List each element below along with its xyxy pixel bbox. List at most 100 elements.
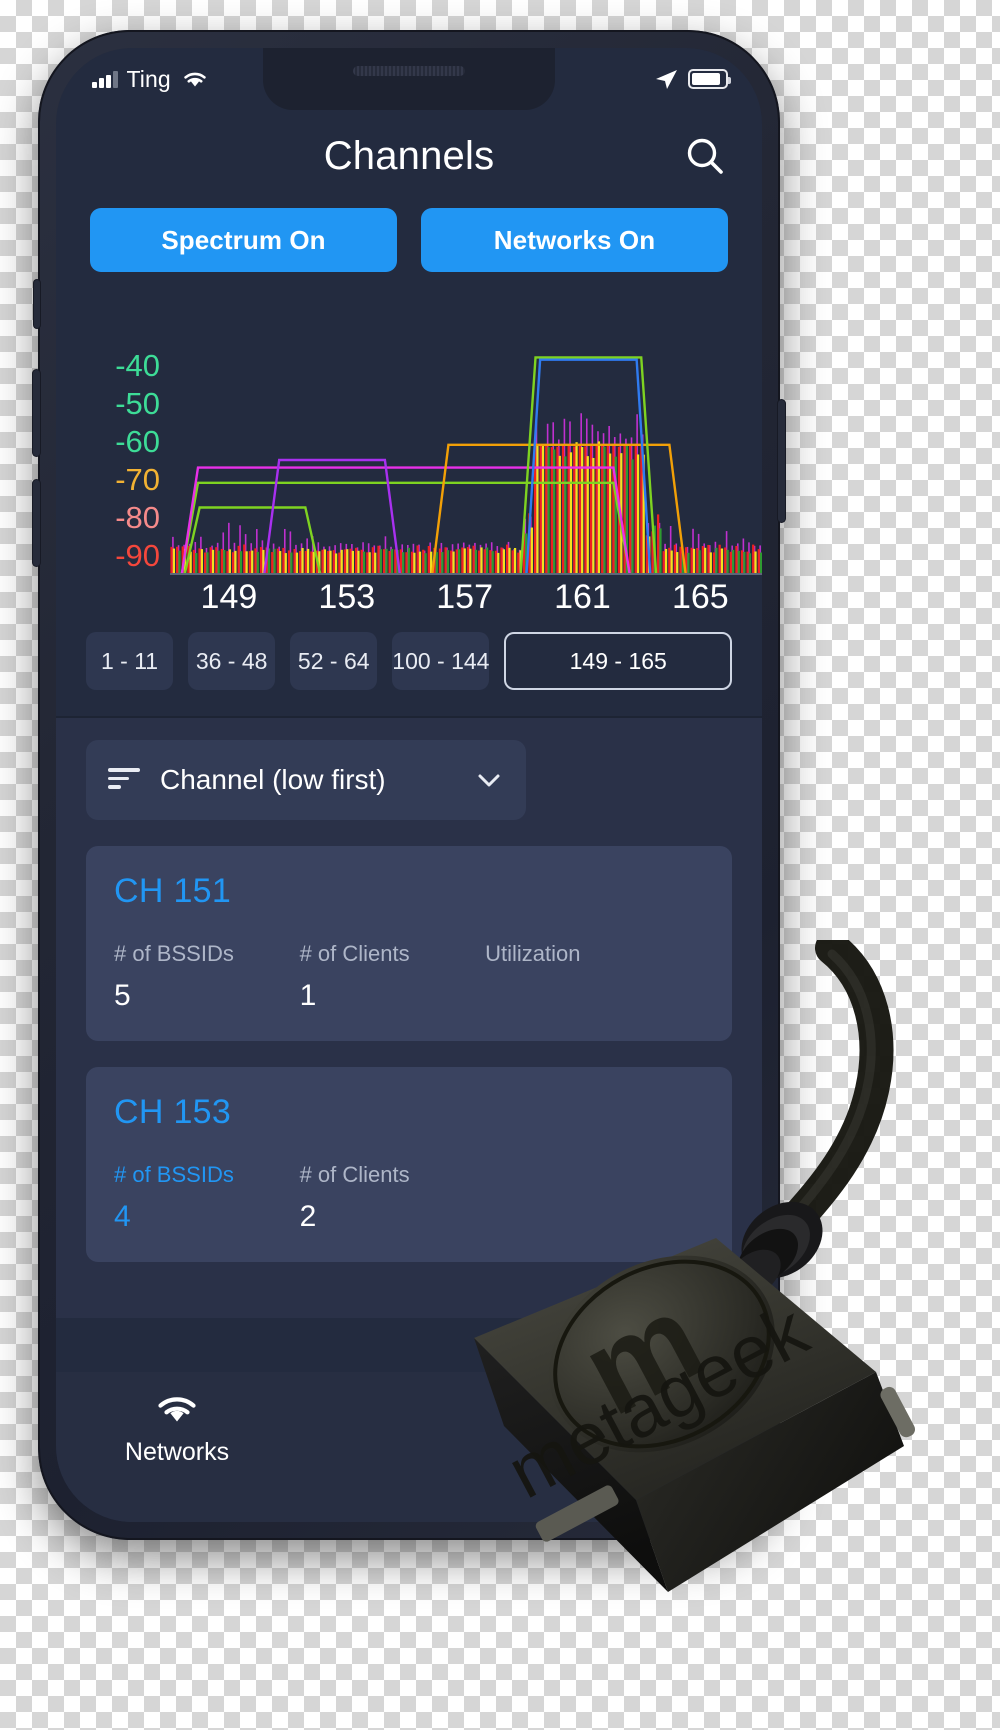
spectrum-max-bar: [287, 550, 291, 574]
spectrum-avg-bar: [508, 547, 511, 574]
spectrum-max-bar: [327, 550, 330, 574]
spectrum-max-bar: [304, 550, 307, 574]
spectrum-avg-bar: [390, 549, 394, 574]
spectrum-avg-bar: [474, 549, 478, 574]
spectrum-avg-bar: [329, 550, 332, 574]
spectrum-max-bar: [405, 552, 408, 574]
channel-spectrum-chart[interactable]: -40 -50 -60 -70 -80 -90 149 153 157 161 165: [56, 272, 762, 614]
spectrum-max-bar: [455, 549, 458, 574]
spectrum-avg-bar: [312, 551, 315, 574]
spectrum-avg-bar: [295, 552, 299, 574]
spectrum-avg-bar: [234, 550, 237, 574]
channel-list-section: Channel (low first) CH 151 # of BSSIDs 5 # …: [56, 718, 762, 1318]
spectrum-max-bar: [282, 547, 285, 574]
spectrum-avg-bar: [720, 548, 724, 574]
screenshot-canvas: Ting Channels Spectrum On Networks On -4…: [0, 0, 1000, 1730]
spectrum-avg-bar: [178, 550, 181, 574]
spectrum-max-bar: [466, 546, 470, 574]
spectrum-avg-bar: [413, 552, 416, 574]
spectrum-avg-bar: [458, 549, 461, 574]
channel-stat: [485, 1162, 704, 1234]
spectrum-max-bar: [556, 446, 559, 574]
search-button[interactable]: [682, 133, 728, 179]
carrier-label: Ting: [126, 65, 171, 92]
spectrum-avg-bar: [709, 552, 712, 574]
status-bar: Ting: [56, 48, 762, 110]
range-1-11-button[interactable]: 1 - 11: [86, 632, 174, 690]
battery-icon: [688, 69, 731, 89]
spectrum-avg-bar: [223, 550, 226, 574]
spectrum-max-bar: [371, 547, 375, 574]
spectrum-max-bar: [360, 549, 363, 574]
sort-dropdown[interactable]: Channel (low first): [86, 740, 526, 820]
spectrum-avg-bar: [195, 553, 198, 574]
channel-card[interactable]: CH 151 # of BSSIDs 5 # of Clients 1 Utilizati…: [86, 846, 732, 1041]
spectrum-max-bar: [668, 547, 671, 574]
channel-stat-label: # of Clients: [299, 1162, 410, 1187]
spectrum-avg-bar: [664, 548, 668, 574]
range-100-144-button[interactable]: 100 - 144: [392, 632, 490, 690]
spectrum-max-bar: [701, 546, 704, 574]
spectrum-max-bar: [757, 549, 760, 574]
nav-item-networks[interactable]: Networks: [112, 1390, 242, 1467]
spectrum-max-bar: [740, 550, 744, 574]
spectrum-max-bar: [259, 547, 263, 574]
y-tick-label: -90: [115, 538, 160, 573]
display-toggle-row: Spectrum On Networks On: [56, 202, 762, 272]
spectrum-avg-bar: [435, 552, 438, 574]
spectrum-max-bar: [578, 443, 581, 574]
phone-device-frame: Ting Channels Spectrum On Networks On -4…: [33, 30, 785, 1540]
spectrum-avg-bar: [609, 453, 612, 574]
spectrum-avg-bar: [743, 551, 746, 574]
spectrum-avg-bar: [631, 459, 634, 574]
spectrum-avg-bar: [497, 552, 500, 574]
spectrum-max-bar: [204, 552, 207, 574]
range-52-64-button[interactable]: 52 - 64: [290, 632, 378, 690]
spectrum-max-bar: [215, 547, 218, 574]
spectrum-max-bar: [377, 545, 380, 574]
spectrum-avg-bar: [418, 551, 422, 574]
sort-dropdown-label: Channel (low first): [160, 764, 386, 795]
spectrum-toggle-button[interactable]: Spectrum On: [90, 208, 397, 272]
phone-volume-down-button: [33, 480, 40, 566]
spectrum-avg-bar: [441, 552, 444, 574]
spectrum-avg-bar: [290, 552, 293, 574]
spectrum-max-bar: [612, 443, 615, 574]
spectrum-max-bar: [276, 548, 279, 574]
phone-power-button: [778, 400, 785, 522]
networks-toggle-button[interactable]: Networks On: [421, 208, 728, 272]
spectrum-avg-bar: [715, 547, 718, 574]
spectrum-max-bar: [584, 446, 587, 574]
channel-stat-label: # of BSSIDs: [114, 1162, 234, 1187]
spectrum-avg-bar: [323, 549, 327, 574]
channel-card[interactable]: CH 153 # of BSSIDs 4 # of Clients 2: [86, 1067, 732, 1262]
spectrum-max-bar: [752, 544, 755, 574]
wifi-icon: [158, 1397, 196, 1422]
spectrum-avg-bar: [704, 547, 707, 574]
channel-card-title: CH 153: [114, 1093, 232, 1131]
spectrum-max-bar: [444, 547, 447, 574]
channel-stat-value: 2: [299, 1200, 317, 1233]
x-tick-label: 153: [318, 578, 375, 614]
spectrum-avg-bar: [357, 550, 360, 574]
spectrum-avg-bar: [513, 547, 517, 574]
spectrum-avg-bar: [200, 549, 203, 574]
channel-stat: # of BSSIDs 4: [114, 1162, 300, 1234]
range-149-165-button[interactable]: 149 - 165: [504, 632, 732, 690]
spectrum-avg-bar: [603, 446, 606, 574]
spectrum-avg-bar: [469, 548, 472, 574]
spectrum-avg-bar: [726, 549, 729, 574]
spectrum-max-bar: [343, 549, 347, 574]
spectrum-avg-bar: [172, 548, 176, 574]
app-header: Channels: [56, 110, 762, 202]
spectrum-avg-bar: [385, 548, 388, 574]
spectrum-avg-bar: [754, 551, 757, 574]
spectrum-avg-bar: [530, 527, 533, 574]
spectrum-max-bar: [349, 548, 352, 574]
range-36-48-button[interactable]: 36 - 48: [188, 632, 276, 690]
channel-stat: # of BSSIDs 5: [114, 941, 300, 1013]
x-axis-tick-labels: 149 153 157 161 165: [201, 578, 729, 614]
spectrum-max-bar: [243, 544, 246, 574]
spectrum-avg-bar: [206, 552, 209, 574]
spectrum-max-bar: [271, 552, 274, 574]
